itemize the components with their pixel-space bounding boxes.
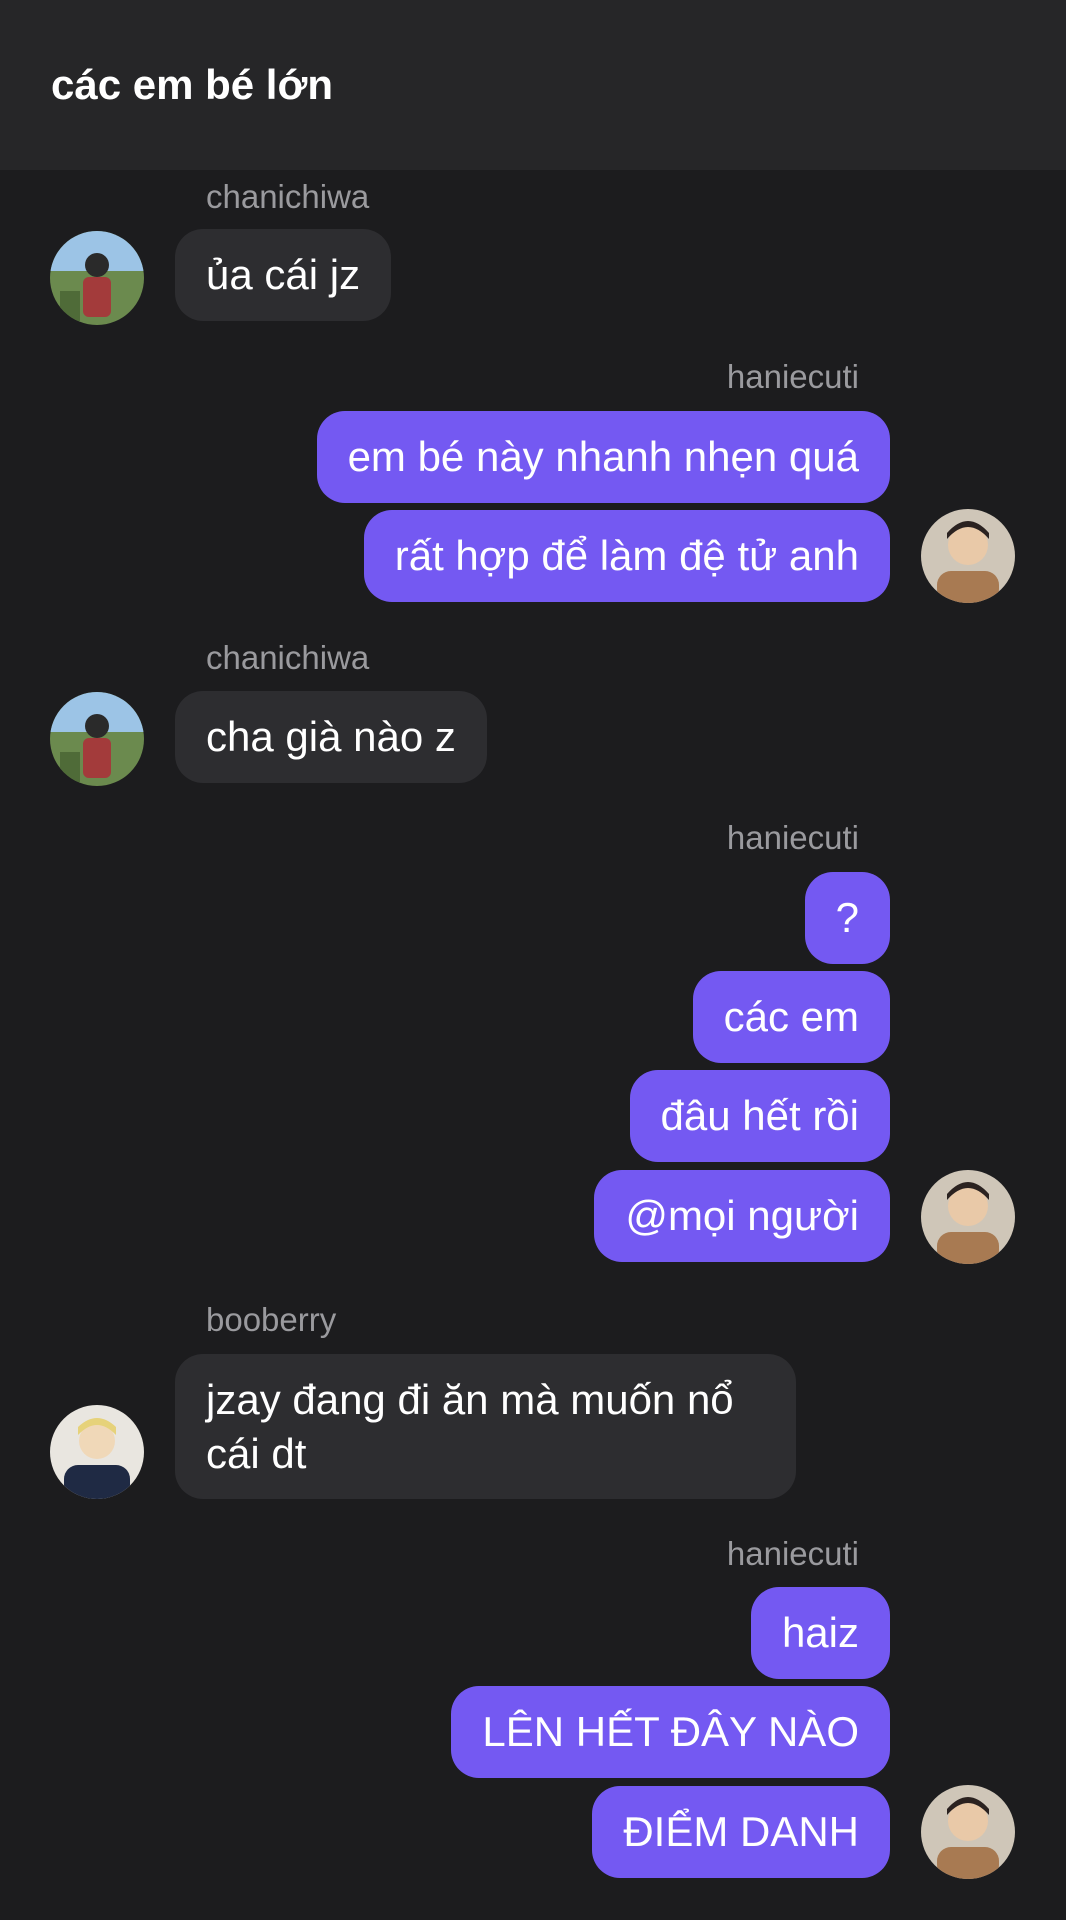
avatar[interactable] — [50, 692, 144, 786]
avatar[interactable] — [921, 509, 1015, 603]
message-bubble[interactable]: haiz — [750, 1587, 890, 1679]
sender-name: chanichiwa — [206, 639, 370, 676]
sender-name: booberry — [206, 1301, 337, 1338]
message-bubble[interactable]: ? — [804, 872, 890, 964]
sender-name: chanichiwa — [206, 178, 370, 215]
message-bubble[interactable]: cha già nào z — [175, 691, 487, 783]
avatar[interactable] — [50, 231, 144, 325]
message-bubble[interactable]: jzay đang đi ăn mà muốn nổ cái dt — [175, 1354, 796, 1499]
message-bubble[interactable]: LÊN HẾT ĐÂY NÀO — [451, 1686, 890, 1778]
message-list[interactable]: chanichiwa ủa cái jz haniecuti em bé này… — [0, 170, 1066, 1920]
avatar[interactable] — [921, 1785, 1015, 1879]
avatar[interactable] — [50, 1405, 144, 1499]
message-bubble[interactable]: các em — [692, 971, 890, 1063]
message-bubble[interactable]: đâu hết rồi — [629, 1070, 890, 1162]
message-bubble[interactable]: rất hợp để làm đệ tử anh — [363, 510, 890, 602]
chat-title: các em bé lớn — [51, 61, 333, 108]
chat-header: các em bé lớn — [0, 0, 1066, 170]
message-bubble[interactable]: ủa cái jz — [175, 229, 392, 321]
sender-name: haniecuti — [726, 819, 859, 856]
message-bubble[interactable]: ĐIỂM DANH — [592, 1786, 890, 1878]
message-bubble[interactable]: em bé này nhanh nhẹn quá — [316, 411, 890, 503]
avatar[interactable] — [921, 1170, 1015, 1264]
sender-name: haniecuti — [726, 358, 859, 395]
message-bubble[interactable]: @mọi người — [594, 1170, 890, 1262]
sender-name: haniecuti — [726, 1535, 859, 1572]
